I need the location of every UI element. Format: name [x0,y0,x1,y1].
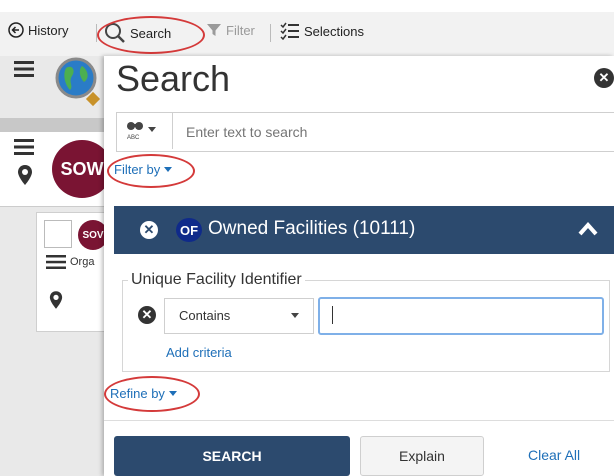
filter-button[interactable]: Filter [206,22,255,38]
filter-by-highlight-circle [107,154,195,188]
operator-select[interactable]: Contains [164,298,314,334]
search-submit-button[interactable]: SEARCH [114,436,350,476]
selections-button[interactable]: Selections [280,22,364,40]
operator-value: Contains [179,308,231,323]
explain-button[interactable]: Explain [360,436,484,476]
remove-section-icon[interactable]: ✕ [140,221,158,239]
add-criteria-link[interactable]: Add criteria [166,345,232,360]
history-button[interactable]: History [8,22,68,38]
history-label: History [28,22,69,38]
refine-by-highlight-circle [104,376,200,412]
search-box-divider [172,113,173,149]
search-input[interactable] [186,124,586,140]
small-menu-icon[interactable] [46,254,66,275]
avatar: SOW [52,140,112,198]
binoculars-abc-icon: ABC [127,122,143,140]
menu-icon[interactable] [14,60,34,83]
search-highlight-circle [97,16,205,54]
selections-label: Selections [304,23,364,39]
remove-criteria-icon[interactable]: ✕ [138,306,156,324]
toolbar-divider [270,24,271,42]
row-label: Orga [70,256,95,268]
clear-all-link[interactable]: Clear All [528,447,580,463]
search-type-dropdown[interactable]: ABC [126,120,156,140]
panel-title: Search [116,58,231,99]
chevron-down-icon [148,127,156,132]
svg-text:ABC: ABC [127,135,140,140]
globe-logo-icon [54,56,102,113]
collapse-chevron-up-icon[interactable] [578,221,598,241]
back-arrow-icon [8,22,24,38]
footer-divider [104,420,614,421]
facility-section-title: Owned Facilities (10111) [208,218,416,239]
selections-icon [280,22,299,40]
row-checkbox[interactable] [44,220,72,248]
list-menu-icon[interactable] [14,138,34,161]
filter-label: Filter [226,22,255,38]
facility-badge: OF [176,218,202,242]
small-map-pin-icon[interactable] [49,290,63,315]
map-pin-icon[interactable] [17,164,33,191]
chevron-down-icon [291,313,299,318]
text-cursor [332,306,333,324]
criteria-legend: Unique Facility Identifier [128,271,305,289]
close-panel-icon[interactable]: ✕ [594,68,614,88]
filter-icon [207,24,221,36]
criteria-value-input[interactable] [318,297,604,335]
background-strip [0,118,110,132]
